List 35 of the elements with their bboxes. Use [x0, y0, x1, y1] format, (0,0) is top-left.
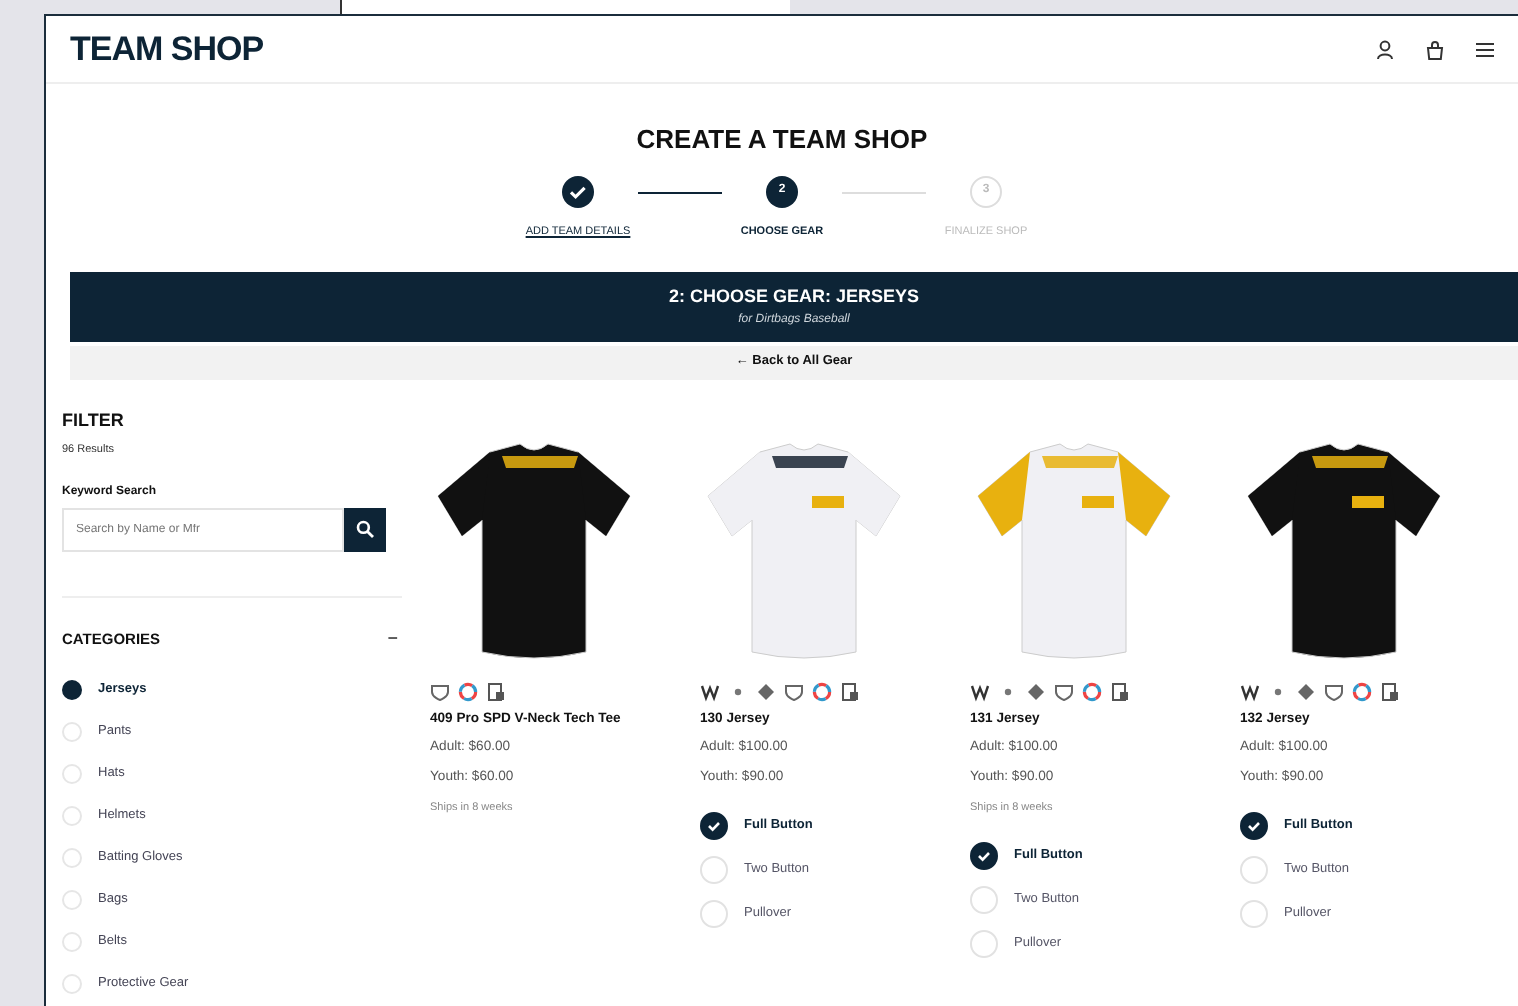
logo[interactable]: TEAM SHOP — [70, 23, 264, 75]
shield-icon — [1054, 681, 1074, 702]
radio-button[interactable] — [1240, 812, 1268, 841]
bag-icon[interactable] — [1426, 39, 1444, 59]
color-wheel-icon — [458, 681, 478, 702]
document-icon — [1380, 681, 1400, 702]
banner-title: 2: CHOOSE GEAR: JERSEYS — [668, 284, 920, 310]
color-wheel-icon — [1352, 681, 1372, 702]
color-wheel-icon — [812, 681, 832, 702]
account-icon[interactable] — [1376, 39, 1394, 59]
radio-button[interactable] — [700, 812, 728, 841]
search-button[interactable] — [343, 507, 386, 551]
diamond-icon — [1296, 681, 1316, 702]
shield-icon — [430, 681, 450, 702]
shield-icon — [784, 681, 804, 702]
radio-button[interactable] — [62, 679, 82, 699]
logo-icon — [1240, 681, 1260, 702]
check-icon — [976, 847, 992, 864]
document-icon — [486, 681, 506, 702]
page-title: CREATE A TEAM SHOP — [634, 122, 930, 158]
color-wheel-icon — [1082, 681, 1102, 702]
shield-icon — [1324, 681, 1344, 702]
filter-title: FILTER — [62, 407, 126, 434]
logo-icon — [700, 681, 720, 702]
document-icon — [840, 681, 860, 702]
check-icon — [706, 818, 722, 835]
check-icon — [1246, 818, 1262, 835]
radio-button[interactable] — [970, 841, 998, 870]
document-icon — [1110, 681, 1130, 702]
search-icon — [355, 520, 374, 538]
logo-icon — [970, 681, 990, 702]
collapse-toggle[interactable]: − — [387, 625, 398, 652]
menu-icon[interactable] — [1476, 41, 1494, 57]
diamond-icon — [756, 681, 776, 702]
diamond-icon — [1026, 681, 1046, 702]
